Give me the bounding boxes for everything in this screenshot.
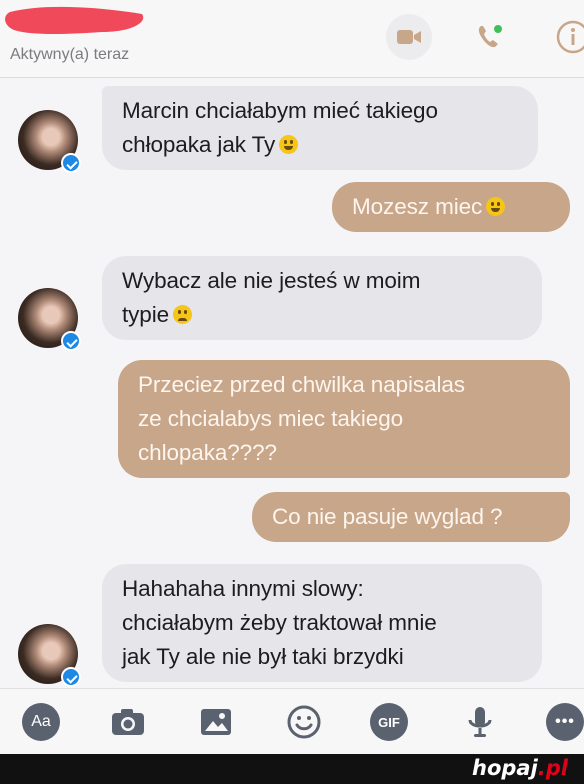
messenger-badge-icon <box>61 153 81 173</box>
messenger-badge-icon <box>61 331 81 351</box>
outgoing-message[interactable]: Co nie pasuje wyglad ? <box>252 492 570 542</box>
gallery-icon <box>201 709 231 735</box>
incoming-message[interactable]: Hahahaha innymi slowy: chciałabym żeby t… <box>102 564 542 682</box>
camera-button[interactable] <box>108 703 148 741</box>
phone-icon <box>478 25 502 48</box>
voice-call-button[interactable] <box>466 14 512 60</box>
gif-button[interactable]: GIF <box>370 703 408 741</box>
active-status: Aktywny(a) teraz <box>10 46 130 63</box>
message-line: chlopaka???? <box>138 440 277 465</box>
more-icon: ••• <box>555 713 575 730</box>
composer-toolbar: Aa GIF ••• <box>0 688 584 754</box>
text-format-icon: Aa <box>31 713 51 730</box>
gallery-button[interactable] <box>196 703 236 741</box>
voice-message-button[interactable] <box>460 703 500 741</box>
emoji-button[interactable] <box>284 703 324 741</box>
more-options-button[interactable]: ••• <box>546 703 584 741</box>
info-icon <box>556 20 584 54</box>
message-line: Hahahaha innymi slowy: <box>122 576 364 601</box>
laughing-emoji-icon <box>279 135 299 154</box>
contact-avatar[interactable] <box>18 624 81 687</box>
emoji-icon <box>287 705 321 739</box>
message-line: Co nie pasuje wyglad ? <box>272 504 503 529</box>
video-call-button[interactable] <box>386 14 432 60</box>
message-line: chłopaka jak Ty <box>122 132 276 157</box>
contact-avatar[interactable] <box>18 110 81 173</box>
gif-icon: GIF <box>378 714 400 730</box>
incoming-message[interactable]: Marcin chciałabym mieć takiego chłopaka … <box>102 86 538 170</box>
redacted-name <box>5 6 144 35</box>
smiling-emoji-icon <box>486 197 506 216</box>
contact-avatar[interactable] <box>18 288 81 351</box>
outgoing-message[interactable]: Przeciez przed chwilka napisalas ze chci… <box>118 360 570 478</box>
watermark-logo: hopaj.pl <box>472 756 568 780</box>
message-line: Mozesz miec <box>352 194 483 219</box>
message-line: Marcin chciałabym mieć takiego <box>122 98 438 123</box>
info-button[interactable] <box>550 14 584 60</box>
message-line: typie <box>122 302 170 327</box>
chat-header: Aktywny(a) teraz <box>0 0 584 78</box>
text-format-button[interactable]: Aa <box>22 703 60 741</box>
outgoing-message[interactable]: Mozesz miec <box>332 182 570 232</box>
message-list[interactable]: Marcin chciałabym mieć takiego chłopaka … <box>0 78 584 688</box>
video-camera-icon <box>397 30 421 44</box>
message-line: ze chcialabys miec takiego <box>138 406 404 431</box>
message-line: Przeciez przed chwilka napisalas <box>138 372 465 397</box>
message-line: chciałabym żeby traktował mnie <box>122 610 437 635</box>
message-line: Wybacz ale nie jesteś w moim <box>122 268 421 293</box>
incoming-message[interactable]: Wybacz ale nie jesteś w moim typie <box>102 256 542 340</box>
watermark-bar: hopaj.pl <box>0 754 584 784</box>
disappointed-emoji-icon <box>173 305 193 324</box>
camera-icon <box>112 709 144 735</box>
message-line: jak Ty ale nie był taki brzydki <box>122 644 404 669</box>
messenger-badge-icon <box>61 667 81 687</box>
microphone-icon <box>468 707 492 737</box>
